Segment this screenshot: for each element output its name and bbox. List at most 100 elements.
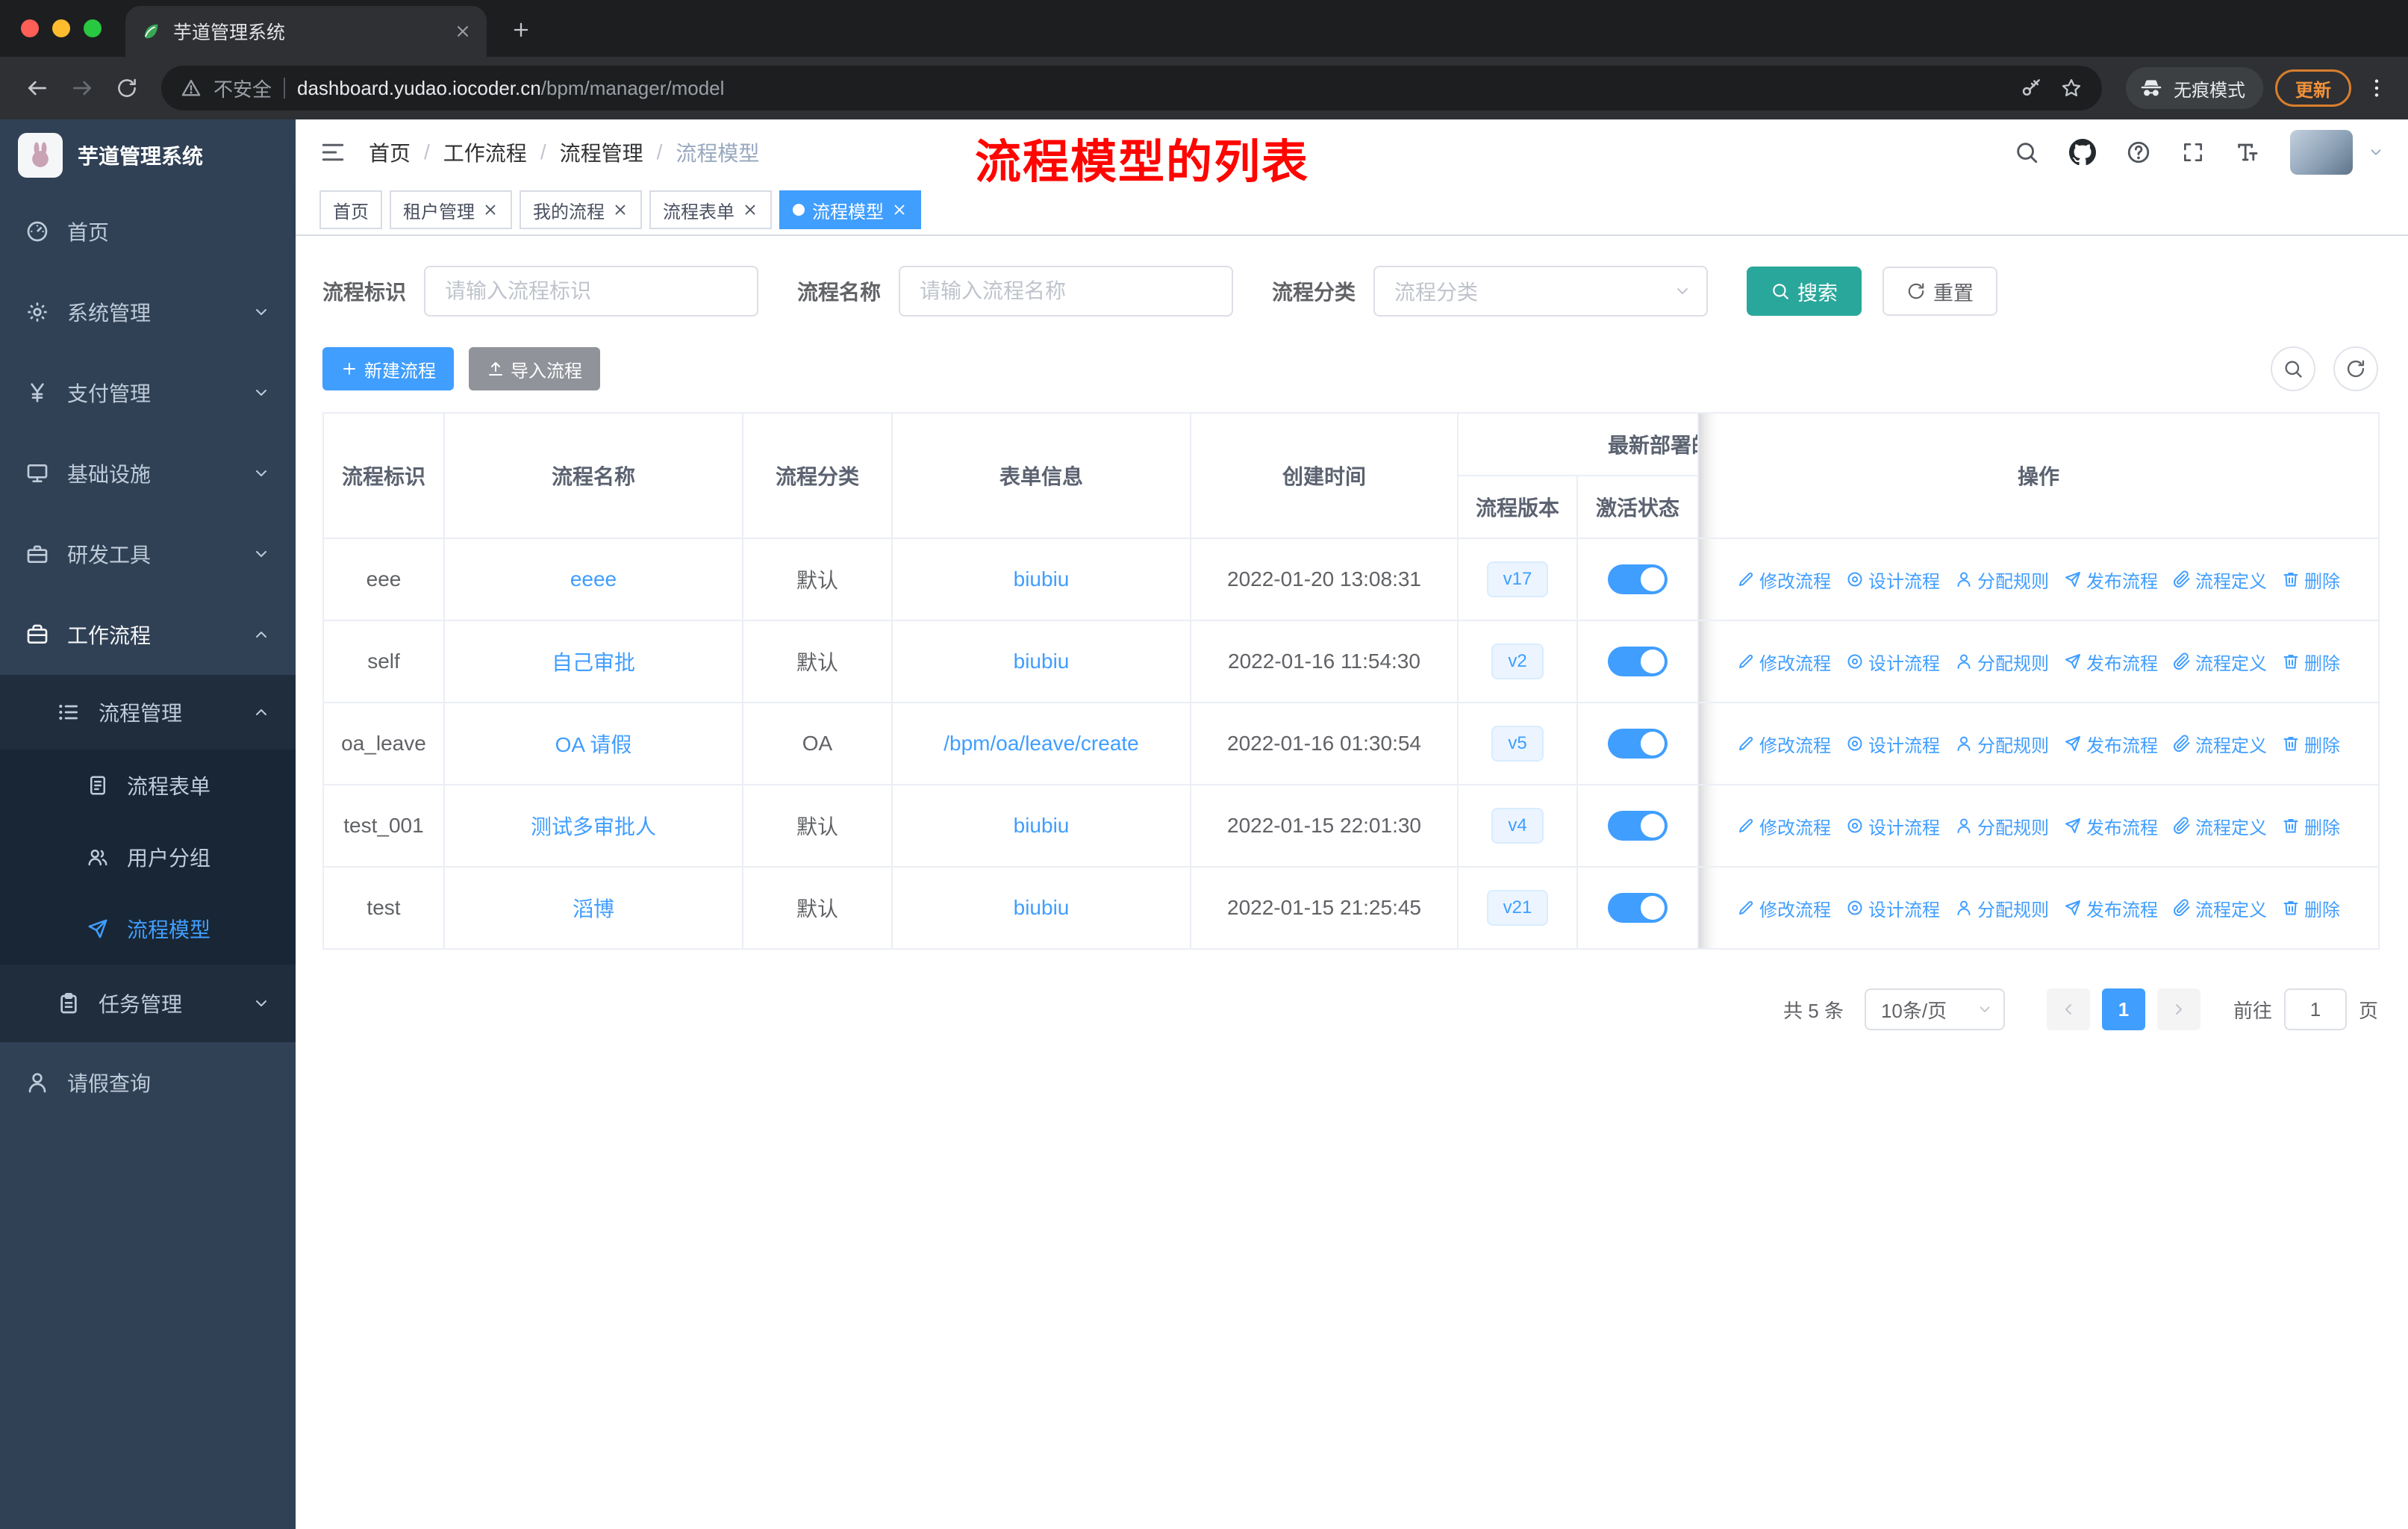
tag-close-icon[interactable] <box>612 202 628 218</box>
breadcrumb-process-management[interactable]: 流程管理 <box>560 137 643 167</box>
action-design-process[interactable]: 设计流程 <box>1846 895 1940 921</box>
sidebar-item-infrastructure[interactable]: 基础设施 <box>0 433 296 514</box>
process-name-link[interactable]: OA 请假 <box>555 733 632 756</box>
form-info-link[interactable]: /bpm/oa/leave/create <box>943 732 1139 755</box>
action-process-definition[interactable]: 流程定义 <box>2173 649 2267 675</box>
action-delete[interactable]: 删除 <box>2282 731 2340 757</box>
toggle-search-button[interactable] <box>2271 346 2315 391</box>
font-size-icon[interactable] <box>2235 140 2260 165</box>
action-design-process[interactable]: 设计流程 <box>1846 649 1940 675</box>
prev-page-button[interactable] <box>2046 988 2090 1030</box>
action-edit-process[interactable]: 修改流程 <box>1737 813 1831 839</box>
action-publish-process[interactable]: 发布流程 <box>2064 813 2158 839</box>
tag-close-icon[interactable] <box>482 202 499 218</box>
process-id-input[interactable] <box>424 266 759 317</box>
import-process-button[interactable]: 导入流程 <box>469 347 600 390</box>
tag-process-form[interactable]: 流程表单 <box>649 190 772 229</box>
chrome-update-button[interactable]: 更新 <box>2275 69 2351 107</box>
app-logo[interactable]: 芋道管理系统 <box>0 119 296 191</box>
action-process-definition[interactable]: 流程定义 <box>2173 813 2267 839</box>
tag-home[interactable]: 首页 <box>319 190 382 229</box>
form-info-link[interactable]: biubiu <box>1014 567 1070 591</box>
action-assign-rule[interactable]: 分配规则 <box>1955 895 2049 921</box>
active-toggle[interactable] <box>1608 893 1668 923</box>
next-page-button[interactable] <box>2156 988 2200 1030</box>
action-process-definition[interactable]: 流程定义 <box>2173 895 2267 921</box>
action-publish-process[interactable]: 发布流程 <box>2064 567 2158 593</box>
active-toggle[interactable] <box>1608 647 1668 676</box>
action-delete[interactable]: 删除 <box>2282 649 2340 675</box>
tag-tenant-management[interactable]: 租户管理 <box>390 190 512 229</box>
sidebar-item-home[interactable]: 首页 <box>0 191 296 272</box>
action-delete[interactable]: 删除 <box>2282 567 2340 593</box>
process-name-link[interactable]: 滔博 <box>573 897 614 921</box>
process-name-input[interactable] <box>899 266 1234 317</box>
bookmark-star-icon[interactable] <box>2060 77 2083 99</box>
help-icon[interactable] <box>2126 140 2151 165</box>
action-edit-process[interactable]: 修改流程 <box>1737 731 1831 757</box>
action-edit-process[interactable]: 修改流程 <box>1737 567 1831 593</box>
action-design-process[interactable]: 设计流程 <box>1846 567 1940 593</box>
reload-button[interactable] <box>105 66 149 110</box>
refresh-table-button[interactable] <box>2333 346 2378 391</box>
sidebar-item-process-management[interactable]: 流程管理 <box>0 675 296 750</box>
process-category-select[interactable]: 流程分类 <box>1373 266 1709 317</box>
browser-tab[interactable]: 芋道管理系统 <box>125 6 487 57</box>
action-assign-rule[interactable]: 分配规则 <box>1955 567 2049 593</box>
tag-close-icon[interactable] <box>742 202 758 218</box>
action-edit-process[interactable]: 修改流程 <box>1737 895 1831 921</box>
back-button[interactable] <box>15 66 60 110</box>
user-avatar[interactable] <box>2290 130 2353 175</box>
action-edit-process[interactable]: 修改流程 <box>1737 649 1831 675</box>
sidebar-item-process-form[interactable]: 流程表单 <box>0 750 296 821</box>
page-1-button[interactable]: 1 <box>2101 988 2145 1030</box>
action-publish-process[interactable]: 发布流程 <box>2064 895 2158 921</box>
sidebar-item-payment[interactable]: 支付管理 <box>0 352 296 433</box>
action-process-definition[interactable]: 流程定义 <box>2173 567 2267 593</box>
action-assign-rule[interactable]: 分配规则 <box>1955 731 2049 757</box>
active-toggle[interactable] <box>1608 729 1668 759</box>
process-name-link[interactable]: 自己审批 <box>552 651 635 674</box>
sidebar-item-leave-query[interactable]: 请假查询 <box>0 1042 296 1123</box>
goto-page-input[interactable] <box>2283 988 2347 1030</box>
action-process-definition[interactable]: 流程定义 <box>2173 731 2267 757</box>
breadcrumb-home[interactable]: 首页 <box>369 137 411 167</box>
tag-close-icon[interactable] <box>891 202 908 218</box>
action-assign-rule[interactable]: 分配规则 <box>1955 649 2049 675</box>
sidebar-item-devtools[interactable]: 研发工具 <box>0 514 296 594</box>
password-key-icon[interactable] <box>2020 77 2042 99</box>
sidebar-toggle-hamburger[interactable] <box>319 139 346 166</box>
browser-menu-button[interactable] <box>2360 76 2393 100</box>
process-name-link[interactable]: eeee <box>570 567 617 591</box>
reset-button[interactable]: 重置 <box>1883 267 1998 316</box>
sidebar-item-process-model[interactable]: 流程模型 <box>0 893 296 965</box>
fullscreen-icon[interactable] <box>2181 140 2205 164</box>
action-assign-rule[interactable]: 分配规则 <box>1955 813 2049 839</box>
action-delete[interactable]: 删除 <box>2282 895 2340 921</box>
close-window-button[interactable] <box>21 19 39 37</box>
search-button[interactable]: 搜索 <box>1747 267 1862 316</box>
minimize-window-button[interactable] <box>52 19 70 37</box>
sidebar-item-task-management[interactable]: 任务管理 <box>0 965 296 1042</box>
action-publish-process[interactable]: 发布流程 <box>2064 649 2158 675</box>
form-info-link[interactable]: biubiu <box>1014 896 1070 919</box>
forward-button[interactable] <box>60 66 105 110</box>
tag-process-model-active[interactable]: 流程模型 <box>779 190 921 229</box>
tab-close-icon[interactable] <box>454 22 472 40</box>
action-design-process[interactable]: 设计流程 <box>1846 813 1940 839</box>
process-name-link[interactable]: 测试多审批人 <box>531 815 656 838</box>
form-info-link[interactable]: biubiu <box>1014 814 1070 837</box>
github-icon[interactable] <box>2069 139 2096 166</box>
incognito-badge[interactable]: 无痕模式 <box>2126 67 2263 109</box>
new-tab-button[interactable] <box>499 7 543 52</box>
sidebar-item-system[interactable]: 系统管理 <box>0 272 296 352</box>
page-size-select[interactable]: 10条/页 <box>1864 988 2005 1030</box>
active-toggle[interactable] <box>1608 811 1668 841</box>
tag-my-process[interactable]: 我的流程 <box>520 190 642 229</box>
action-publish-process[interactable]: 发布流程 <box>2064 731 2158 757</box>
active-toggle[interactable] <box>1608 564 1668 594</box>
create-process-button[interactable]: 新建流程 <box>322 347 454 390</box>
action-design-process[interactable]: 设计流程 <box>1846 731 1940 757</box>
sidebar-item-workflow[interactable]: 工作流程 <box>0 594 296 675</box>
address-bar[interactable]: 不安全 dashboard.yudao.iocoder.cn/bpm/manag… <box>161 66 2102 110</box>
